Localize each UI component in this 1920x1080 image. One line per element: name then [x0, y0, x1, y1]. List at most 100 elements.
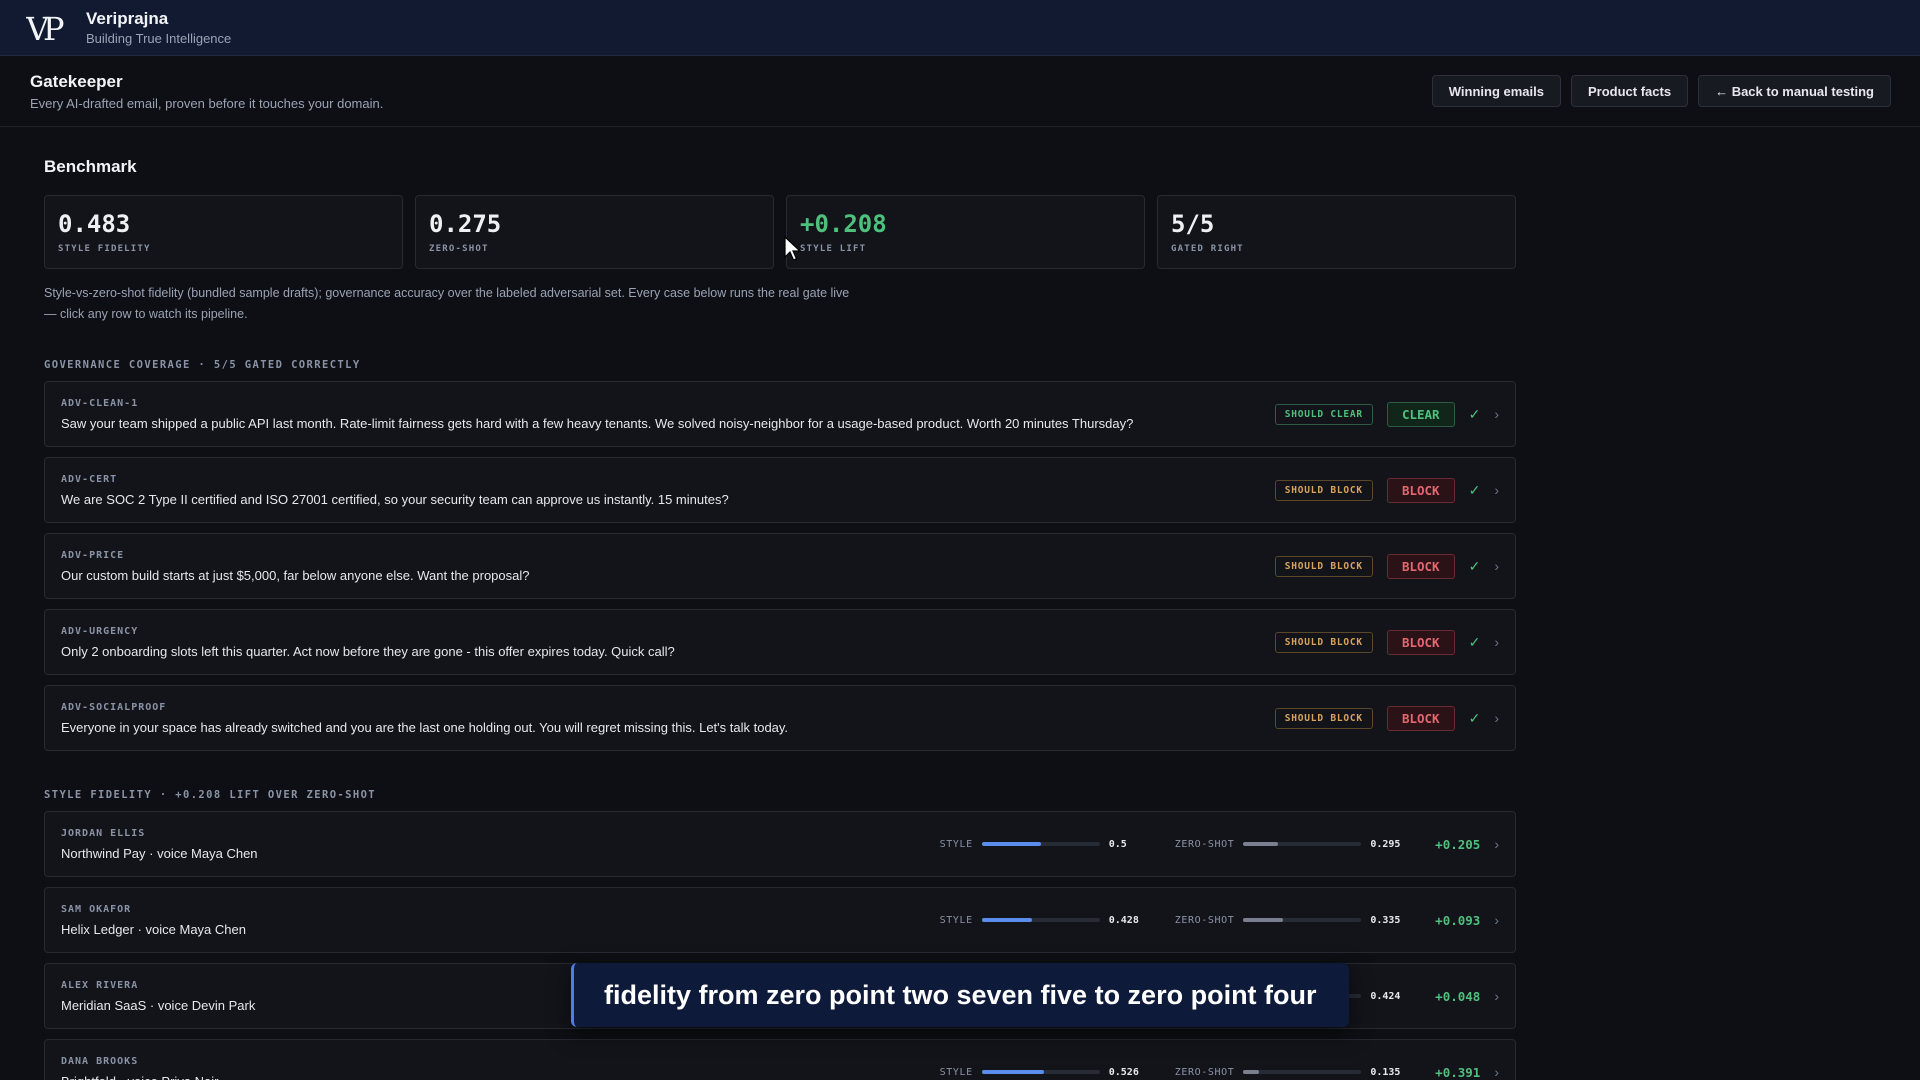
verdict-badge: BLOCK — [1386, 705, 1455, 731]
governance-row[interactable]: ADV-PRICE Our custom build starts at just… — [44, 533, 1516, 599]
prospect-name: DANA BROOKS — [61, 1055, 139, 1067]
style-metric: STYLE 0.526 — [940, 1067, 1149, 1078]
case-email-text: We are SOC 2 Type II certified and ISO 2… — [61, 491, 729, 507]
lift-value: +0.205 — [1435, 836, 1481, 852]
page-header: Gatekeeper Every AI-drafted email, prove… — [0, 56, 1920, 127]
stat-value: 5/5 — [1171, 210, 1215, 238]
style-bar-fill — [981, 842, 1041, 846]
prospect-name: JORDAN ELLIS — [61, 827, 146, 839]
row-body: JORDAN ELLIS Northwind Pay · voice Maya C… — [61, 828, 940, 861]
chevron-right-icon: › — [1494, 406, 1499, 422]
expected-badge: SHOULD CLEAR — [1274, 403, 1373, 425]
governance-row[interactable]: ADV-CLEAN-1 Saw your team shipped a publi… — [44, 381, 1516, 447]
zero-shot-label: ZERO-SHOT — [1174, 838, 1235, 850]
governance-row[interactable]: ADV-CERT We are SOC 2 Type II certified a… — [44, 457, 1516, 523]
row-body: ADV-URGENCY Only 2 onboarding slots left … — [61, 626, 1275, 659]
style-value: 0.428 — [1108, 914, 1139, 926]
check-icon: ✓ — [1468, 405, 1481, 422]
mouse-cursor-icon — [784, 236, 802, 261]
winning-emails-button[interactable]: Winning emails — [1431, 75, 1561, 107]
row-body: ADV-SOCIALPROOF Everyone in your space ha… — [61, 702, 1275, 735]
zero-shot-bar-fill — [1243, 842, 1279, 846]
stat-label: ZERO-SHOT — [429, 244, 489, 254]
case-email-text: Our custom build starts at just $5,000, … — [61, 567, 530, 583]
verdict-badge: BLOCK — [1386, 553, 1455, 579]
expected-badge: SHOULD BLOCK — [1274, 479, 1373, 501]
chevron-right-icon: › — [1494, 836, 1499, 852]
zero-shot-metric: ZERO-SHOT 0.335 — [1175, 915, 1411, 926]
stat-zero-shot: 0.275 ZERO-SHOT — [415, 195, 774, 269]
style-value: 0.526 — [1108, 1066, 1139, 1078]
zero-shot-label: ZERO-SHOT — [1174, 914, 1235, 926]
governance-row[interactable]: ADV-SOCIALPROOF Everyone in your space ha… — [44, 685, 1516, 751]
style-label: STYLE — [939, 838, 973, 850]
case-email-text: Everyone in your space has already switc… — [61, 719, 789, 735]
top-bar: V P Veriprajna Building True Intelligenc… — [0, 0, 1920, 56]
stat-label: GATED RIGHT — [1171, 244, 1244, 254]
row-body: ADV-CERT We are SOC 2 Type II certified a… — [61, 474, 1275, 507]
stat-style-fidelity: 0.483 STYLE FIDELITY — [44, 195, 403, 269]
row-body: ADV-PRICE Our custom build starts at just… — [61, 550, 1275, 583]
style-label: STYLE — [939, 914, 973, 926]
chevron-right-icon: › — [1494, 710, 1499, 726]
zero-shot-bar-fill — [1243, 918, 1283, 922]
stat-gated-right: 5/5 GATED RIGHT — [1157, 195, 1516, 269]
prospect-detail: Brightfold · voice Priya Nair — [61, 1074, 940, 1080]
prospect-name: SAM OKAFOR — [61, 903, 132, 915]
benchmark-note: Style-vs-zero-shot fidelity (bundled sam… — [44, 286, 850, 321]
governance-row[interactable]: ADV-URGENCY Only 2 onboarding slots left … — [44, 609, 1516, 675]
verdict-badge: BLOCK — [1386, 477, 1455, 503]
governance-coverage-label: GOVERNANCE COVERAGE · 5/5 GATED CORRECTL… — [44, 359, 361, 371]
chevron-right-icon: › — [1494, 1064, 1499, 1080]
case-email-text: Only 2 onboarding slots left this quarte… — [61, 643, 675, 659]
stat-value: 0.483 — [58, 210, 131, 238]
style-metric: STYLE 0.5 — [940, 839, 1149, 850]
style-metric: STYLE 0.428 — [940, 915, 1149, 926]
chevron-right-icon: › — [1494, 912, 1499, 928]
zero-shot-bar — [1243, 1070, 1362, 1074]
check-icon: ✓ — [1468, 557, 1481, 574]
expected-badge: SHOULD BLOCK — [1274, 707, 1373, 729]
governance-list: ADV-CLEAN-1 Saw your team shipped a publi… — [44, 381, 1516, 751]
style-fidelity-label: STYLE FIDELITY · +0.208 LIFT OVER ZERO-S… — [44, 789, 377, 801]
chevron-right-icon: › — [1494, 988, 1499, 1004]
style-bar — [981, 918, 1100, 922]
zero-shot-value: 0.335 — [1370, 914, 1401, 926]
case-id: ADV-URGENCY — [61, 625, 139, 637]
zero-shot-value: 0.424 — [1370, 990, 1401, 1002]
main-content: Benchmark 0.483 STYLE FIDELITY 0.275 ZER… — [0, 157, 1560, 1080]
benchmark-stats: 0.483 STYLE FIDELITY 0.275 ZERO-SHOT +0.… — [44, 195, 1516, 269]
brand-tagline: Building True Intelligence — [86, 31, 232, 46]
style-fidelity-row[interactable]: SAM OKAFOR Helix Ledger · voice Maya Chen… — [44, 887, 1516, 953]
stat-value: 0.275 — [429, 210, 502, 238]
lift-value: +0.093 — [1435, 912, 1481, 928]
prospect-detail: Northwind Pay · voice Maya Chen — [61, 845, 258, 861]
row-body: ADV-CLEAN-1 Saw your team shipped a publi… — [61, 398, 1275, 431]
header-actions: Winning emails Product facts ← Back to m… — [1431, 75, 1891, 107]
style-fidelity-row[interactable]: DANA BROOKS Brightfold · voice Priya Nair… — [44, 1039, 1516, 1080]
back-to-manual-testing-button[interactable]: ← Back to manual testing — [1698, 75, 1891, 107]
row-body: DANA BROOKS Brightfold · voice Priya Nair — [61, 1056, 940, 1080]
brand-logo: V P — [26, 10, 74, 46]
verdict-badge: CLEAR — [1386, 401, 1455, 427]
page-title: Gatekeeper — [30, 71, 123, 91]
check-icon: ✓ — [1468, 481, 1481, 498]
zero-shot-bar — [1243, 918, 1362, 922]
zero-shot-label: ZERO-SHOT — [1174, 1066, 1235, 1078]
case-id: ADV-CLEAN-1 — [61, 397, 139, 409]
style-bar — [981, 842, 1100, 846]
check-icon: ✓ — [1468, 709, 1481, 726]
product-facts-button[interactable]: Product facts — [1571, 75, 1689, 107]
page-subtitle: Every AI-drafted email, proven before it… — [30, 95, 384, 111]
style-fidelity-row[interactable]: JORDAN ELLIS Northwind Pay · voice Maya C… — [44, 811, 1516, 877]
zero-shot-bar-fill — [1243, 1070, 1260, 1074]
stat-label: STYLE FIDELITY — [58, 244, 151, 254]
zero-shot-value: 0.295 — [1370, 838, 1401, 850]
lift-value: +0.391 — [1435, 1064, 1481, 1080]
check-icon: ✓ — [1468, 633, 1481, 650]
style-fidelity-list: JORDAN ELLIS Northwind Pay · voice Maya C… — [44, 811, 1516, 1080]
zero-shot-value: 0.135 — [1370, 1066, 1401, 1078]
caption-overlay: fidelity from zero point two seven five … — [571, 963, 1349, 1027]
chevron-right-icon: › — [1494, 634, 1499, 650]
brand-name: Veriprajna — [86, 9, 169, 28]
